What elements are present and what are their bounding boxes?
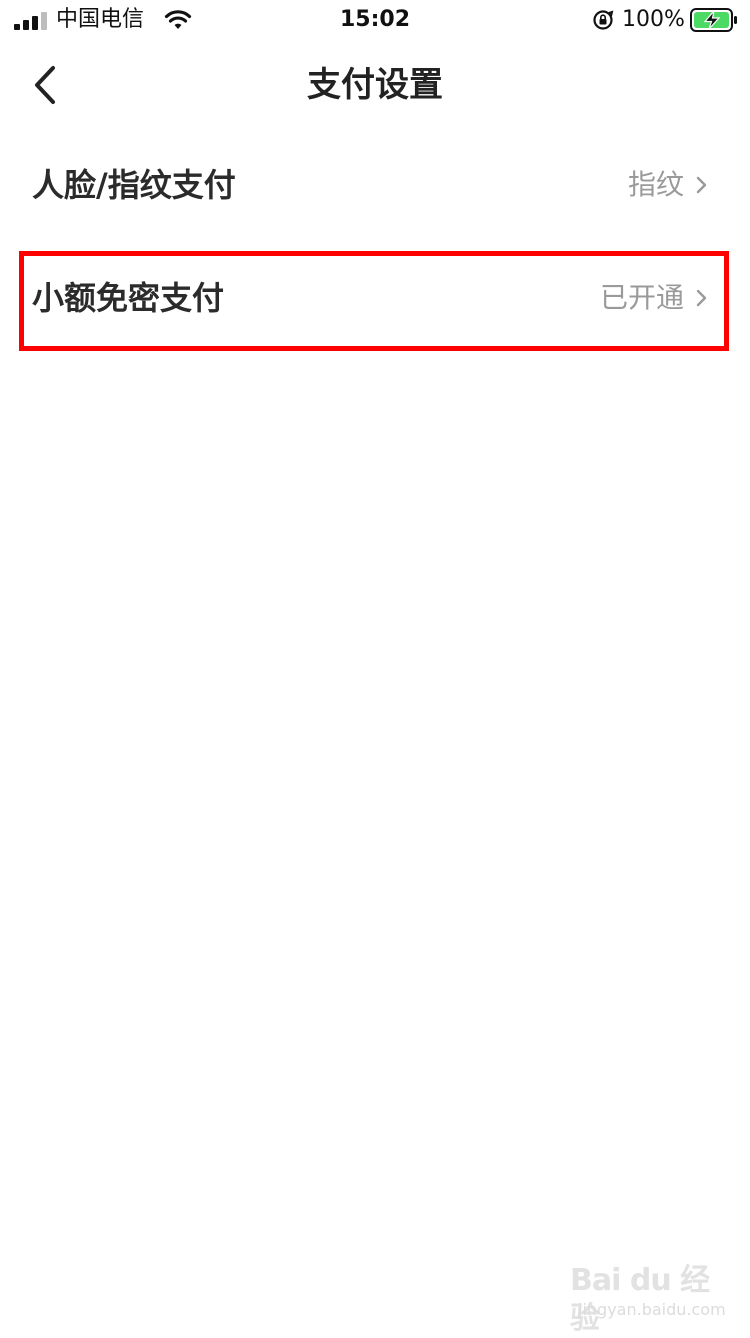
row-value: 指纹 [627,168,684,201]
page-title: 支付设置 [307,65,443,105]
watermark-logo: Bai du 经验 jingyan.baidu.com [570,1262,726,1336]
row-label: 人脸/指纹支付 [32,166,236,204]
watermark-sub: jingyan.baidu.com [578,1300,726,1319]
status-bar: 中国电信 15:02 100% [0,0,750,40]
chevron-right-icon [696,289,707,307]
battery-charging-icon [690,8,737,32]
rotation-lock-icon [593,10,614,30]
face-fingerprint-pay-row[interactable]: 人脸/指纹支付 指纹 [0,135,750,235]
row-value: 已开通 [599,281,684,314]
small-amount-password-free-row[interactable]: 小额免密支付 已开通 [0,248,750,348]
row-label: 小额免密支付 [32,279,225,317]
chevron-right-icon [696,176,707,194]
nav-bar: 支付设置 [0,40,750,130]
battery-percent: 100% [622,7,685,32]
